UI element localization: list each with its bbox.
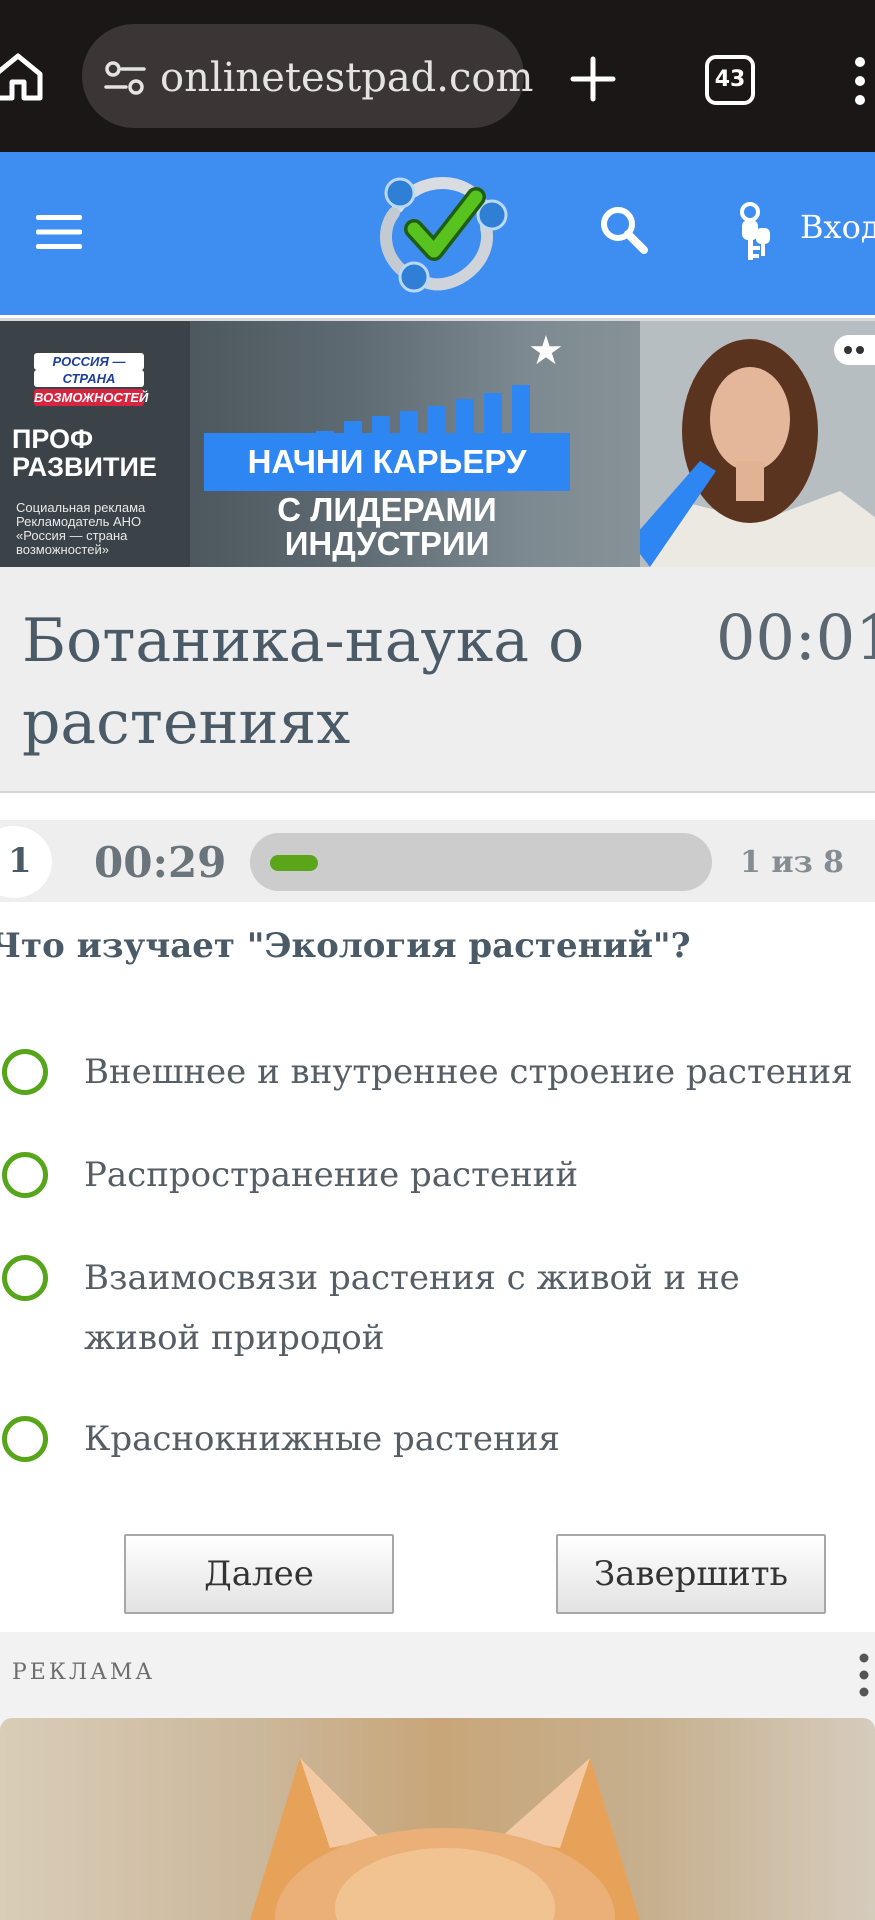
search-icon[interactable] (596, 202, 650, 256)
page-title: Ботаника-наука о растениях (22, 606, 585, 758)
new-tab-icon[interactable] (570, 56, 616, 102)
top-ad-banner[interactable]: РОССИЯ — СТРАНА ВОЗМОЖНОСТЕЙ ПРОФ РАЗВИТ… (0, 318, 875, 570)
browser-menu-icon[interactable] (850, 56, 870, 106)
answer-label[interactable]: Взаимосвязи растения с живой и не живой … (84, 1248, 854, 1368)
ad-badge-line3: ВОЗМОЖНОСТЕЙ (34, 389, 149, 406)
radio-button[interactable] (2, 1152, 48, 1198)
answer-label[interactable]: Краснокнижные растения (84, 1409, 854, 1469)
radio-button[interactable] (2, 1416, 48, 1462)
next-button[interactable]: Далее (124, 1534, 394, 1614)
hamburger-menu-icon[interactable] (36, 214, 82, 250)
ad-options-icon[interactable] (834, 335, 875, 365)
radio-button[interactable] (2, 1049, 48, 1095)
ad-label: РЕКЛАМА (12, 1660, 156, 1685)
url-text[interactable]: onlinetestpad.com (160, 50, 533, 106)
star-icon: ★ (528, 328, 564, 374)
answer-option[interactable]: Внешнее и внутреннее строение растения (0, 1042, 875, 1102)
total-timer: 00:01 (716, 601, 875, 674)
question-timer: 00:29 (94, 838, 227, 887)
tab-switcher-button[interactable]: 43 (705, 55, 755, 105)
answer-option[interactable]: Распространение растений (0, 1145, 875, 1205)
home-icon[interactable] (0, 50, 44, 102)
answer-label[interactable]: Распространение растений (84, 1145, 854, 1205)
ad-brand-line1: ПРОФ (12, 424, 94, 454)
radio-button[interactable] (2, 1255, 48, 1301)
ad-headline: НАЧНИ КАРЬЕРУ (204, 433, 570, 491)
question-number: 1 (8, 841, 32, 881)
ad-menu-icon[interactable] (856, 1652, 872, 1698)
site-settings-icon[interactable] (104, 60, 146, 96)
answer-option[interactable]: Взаимосвязи растения с живой и не живой … (0, 1248, 875, 1368)
answer-option[interactable]: Краснокнижные растения (0, 1409, 875, 1469)
question-text: Что изучает "Экология растений"? (0, 926, 691, 966)
ad-subline: С ЛИДЕРАМИ ИНДУСТРИИ (277, 491, 497, 562)
ad-image[interactable] (0, 1718, 875, 1920)
ad-badge-line2: СТРАНА (34, 370, 144, 387)
keys-icon (740, 202, 770, 260)
ad-badge-line1: РОССИЯ — (34, 353, 144, 370)
ad-dog-photo (250, 1758, 640, 1920)
site-logo[interactable] (368, 167, 508, 295)
progress-bar-fill (270, 855, 318, 871)
login-link[interactable]: Вход (800, 208, 875, 246)
ad-brand-line2: РАЗВИТИЕ (12, 452, 157, 482)
ad-disclaimer: Социальная реклама Рекламодатель АНО «Ро… (16, 500, 146, 557)
ad-badge: РОССИЯ — СТРАНА ВОЗМОЖНОСТЕЙ (34, 353, 149, 406)
ad-brand: ПРОФ РАЗВИТИЕ (12, 425, 157, 481)
answer-label[interactable]: Внешнее и внутреннее строение растения (84, 1042, 854, 1102)
question-counter: 1 из 8 (740, 845, 845, 880)
progress-bar (250, 833, 712, 891)
finish-button[interactable]: Завершить (556, 1534, 826, 1614)
